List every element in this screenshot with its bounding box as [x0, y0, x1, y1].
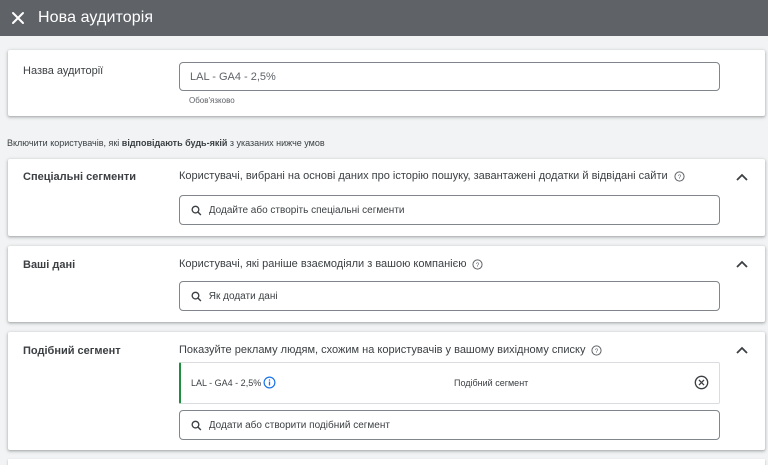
custom-segments-label: Спеціальні сегменти	[23, 171, 137, 183]
similar-segment-description: Показуйте рекламу людям, схожим на корис…	[179, 344, 603, 356]
selected-segment-name: LAL - GA4 - 2,5%	[191, 378, 262, 388]
page-title: Нова аудиторія	[38, 9, 154, 26]
include-condition-text: Включити користувачів, які відповідають …	[7, 138, 325, 148]
selected-segment-type: Подібний сегмент	[454, 378, 529, 388]
custom-segments-search[interactable]	[179, 195, 720, 225]
your-data-search[interactable]	[179, 281, 720, 311]
similar-segment-search-input[interactable]	[201, 411, 719, 439]
similar-segment-description-text: Показуйте рекламу людям, схожим на корис…	[179, 344, 586, 356]
close-button[interactable]	[0, 0, 36, 36]
your-data-card: Ваші дані Користувачі, які раніше взаємо…	[8, 246, 765, 322]
custom-segments-description: Користувачі, вибрані на основі даних про…	[179, 170, 685, 182]
audience-name-label: Назва аудиторії	[23, 65, 104, 77]
search-icon	[191, 420, 202, 430]
collapse-your-data-button[interactable]	[733, 255, 751, 273]
custom-segments-search-input[interactable]	[201, 196, 719, 224]
info-icon[interactable]	[263, 376, 276, 394]
next-card-edge	[8, 459, 765, 465]
help-icon[interactable]: ?	[472, 258, 484, 270]
help-icon[interactable]: ?	[674, 170, 685, 182]
include-text-bold: відповідають будь-якій	[121, 138, 228, 148]
similar-segment-label: Подібний сегмент	[23, 345, 121, 357]
audience-name-input[interactable]	[190, 70, 719, 83]
collapse-similar-segment-button[interactable]	[733, 341, 751, 359]
svg-text:?: ?	[595, 347, 599, 354]
chevron-up-icon	[736, 346, 748, 354]
remove-segment-button[interactable]	[694, 375, 709, 395]
svg-text:?: ?	[476, 261, 480, 268]
your-data-description-text: Користувачі, які раніше взаємодіяли з ва…	[179, 258, 467, 270]
selected-segment-row: LAL - GA4 - 2,5% Подібний сегмент	[179, 362, 720, 404]
include-text-suffix: з указаних нижче умов	[227, 138, 325, 148]
search-icon	[191, 291, 202, 301]
audience-name-field[interactable]	[179, 62, 720, 91]
include-text-prefix: Включити користувачів, які	[7, 138, 122, 148]
audience-name-card: Назва аудиторії Обов'язково	[8, 50, 765, 116]
your-data-search-input[interactable]	[201, 282, 719, 310]
similar-segment-card: Подібний сегмент Показуйте рекламу людям…	[8, 332, 765, 450]
chevron-up-icon	[736, 173, 748, 181]
remove-circle-icon	[694, 375, 709, 390]
close-icon	[12, 12, 24, 24]
svg-text:?: ?	[677, 173, 681, 180]
chevron-up-icon	[736, 260, 748, 268]
collapse-custom-segments-button[interactable]	[733, 168, 751, 186]
your-data-label: Ваші дані	[23, 259, 76, 271]
custom-segments-description-text: Користувачі, вибрані на основі даних про…	[179, 170, 668, 182]
required-hint: Обов'язково	[189, 96, 235, 105]
help-icon[interactable]: ?	[591, 344, 603, 356]
similar-segment-search[interactable]	[179, 410, 720, 440]
your-data-description: Користувачі, які раніше взаємодіяли з ва…	[179, 258, 484, 270]
top-app-bar: Нова аудиторія	[0, 0, 768, 36]
search-icon	[191, 205, 202, 215]
custom-segments-card: Спеціальні сегменти Користувачі, вибрані…	[8, 159, 765, 236]
